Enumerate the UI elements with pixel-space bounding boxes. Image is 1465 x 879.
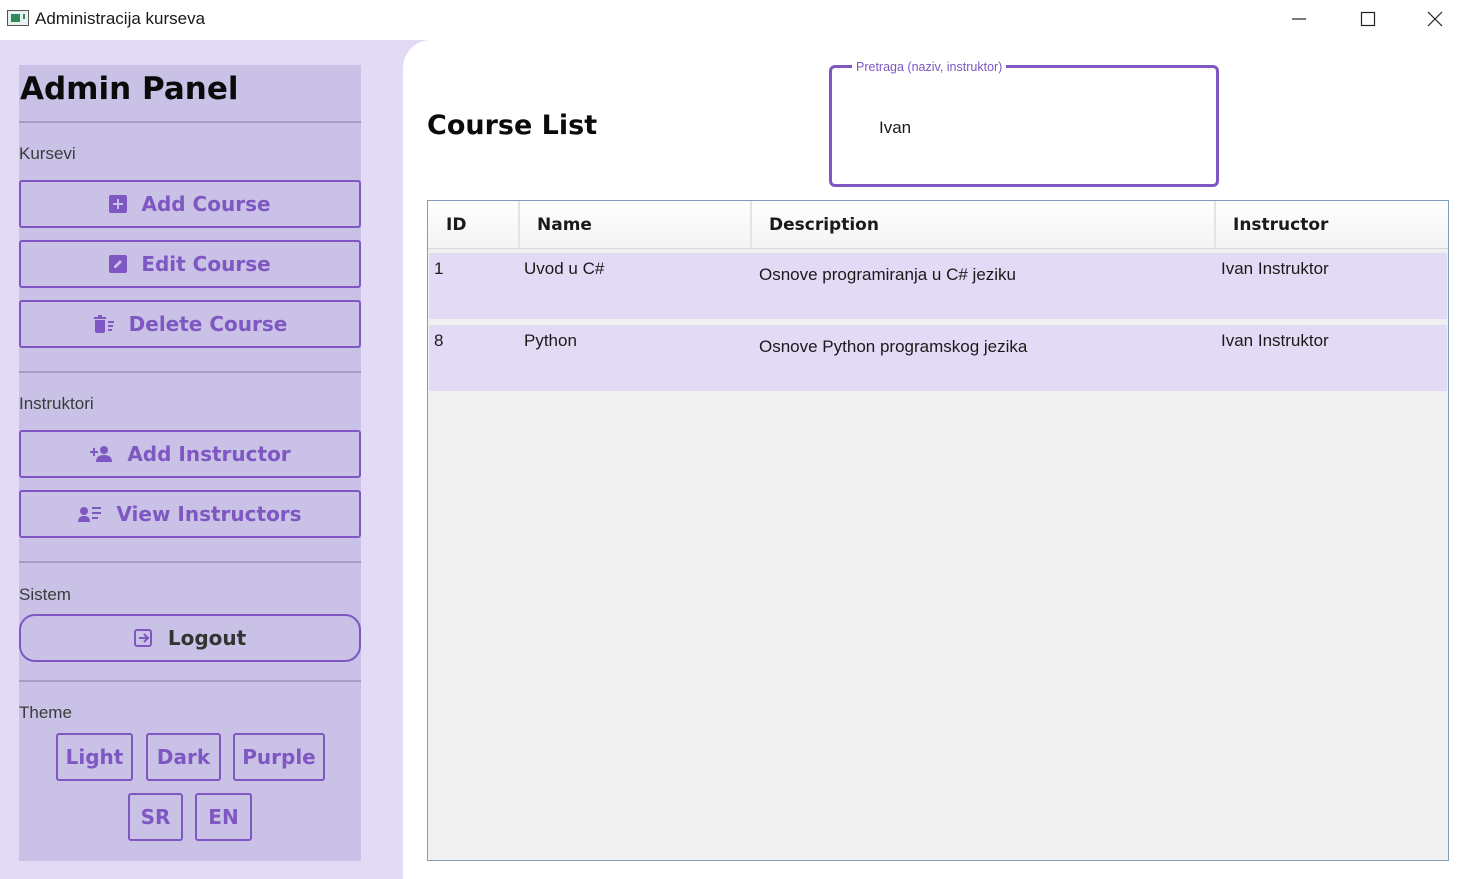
view-instructors-label: View Instructors xyxy=(116,502,302,526)
cell-name: Python xyxy=(524,331,577,350)
cell-description: Osnove Python programskog jezika xyxy=(759,337,1028,356)
add-instructor-button[interactable]: Add Instructor xyxy=(19,430,361,478)
sidebar-brand: Admin Panel xyxy=(20,71,239,107)
theme-purple-button[interactable]: Purple xyxy=(233,733,325,781)
table-row[interactable]: 1 Uvod u C# Osnove programiranja u C# je… xyxy=(429,253,1447,319)
app-icon xyxy=(7,10,29,26)
window-title: Administracija kurseva xyxy=(35,9,206,28)
column-header-name[interactable]: Name xyxy=(537,201,592,249)
logout-icon xyxy=(133,629,152,647)
column-divider[interactable] xyxy=(750,201,752,249)
close-icon xyxy=(1427,11,1443,27)
divider xyxy=(19,680,361,682)
add-course-label: Add Course xyxy=(141,192,271,216)
person-list-icon xyxy=(78,507,102,522)
delete-course-label: Delete Course xyxy=(128,312,288,336)
cell-instructor: Ivan Instruktor xyxy=(1221,259,1329,278)
section-label-theme: Theme xyxy=(19,703,72,722)
edit-icon xyxy=(109,255,128,273)
divider xyxy=(19,371,361,373)
cell-id: 8 xyxy=(434,331,444,350)
cell-id: 1 xyxy=(434,259,444,278)
language-en-button[interactable]: EN xyxy=(195,793,252,841)
cell-description: Osnove programiranja u C# jeziku xyxy=(759,265,1017,284)
logout-button[interactable]: Logout xyxy=(19,614,361,662)
person-add-icon xyxy=(90,446,113,462)
cell-instructor: Ivan Instruktor xyxy=(1221,331,1329,350)
theme-dark-button[interactable]: Dark xyxy=(146,733,221,781)
divider xyxy=(19,561,361,563)
cell-name: Uvod u C# xyxy=(524,259,605,278)
table-row[interactable]: 8 Python Osnove Python programskog jezik… xyxy=(429,325,1447,391)
theme-light-button[interactable]: Light xyxy=(56,733,133,781)
view-instructors-button[interactable]: View Instructors xyxy=(19,490,361,538)
minimize-icon xyxy=(1292,18,1306,20)
add-course-button[interactable]: Add Course xyxy=(19,180,361,228)
edit-course-button[interactable]: Edit Course xyxy=(19,240,361,288)
add-instructor-label: Add Instructor xyxy=(127,442,291,466)
add-box-icon xyxy=(109,195,128,213)
delete-course-button[interactable]: Delete Course xyxy=(19,300,361,348)
column-header-instructor[interactable]: Instructor xyxy=(1233,201,1328,249)
course-table[interactable]: ID Name Description Instructor 1 Uvod u … xyxy=(427,200,1449,861)
section-label-system: Sistem xyxy=(19,585,71,604)
maximize-icon xyxy=(1360,11,1376,27)
search-input-value[interactable]: Ivan xyxy=(879,118,911,138)
search-floating-label: Pretraga (naziv, instruktor) xyxy=(852,60,1007,74)
minimize-button[interactable] xyxy=(1269,0,1329,38)
section-label-instructors: Instruktori xyxy=(19,394,94,413)
delete-sweep-icon xyxy=(93,315,114,333)
title-bar: Administracija kurseva xyxy=(0,0,1465,40)
page-title: Course List xyxy=(427,110,598,141)
column-divider[interactable] xyxy=(1214,201,1216,249)
edit-course-label: Edit Course xyxy=(141,252,271,276)
divider xyxy=(19,121,361,123)
maximize-button[interactable] xyxy=(1338,0,1398,38)
logout-label: Logout xyxy=(167,626,247,650)
column-header-id[interactable]: ID xyxy=(446,201,466,249)
column-divider[interactable] xyxy=(518,201,520,249)
sidebar: Admin Panel Kursevi Add Course Edit Cour… xyxy=(19,65,361,861)
language-sr-button[interactable]: SR xyxy=(128,793,183,841)
table-header: ID Name Description Instructor xyxy=(428,201,1448,249)
close-button[interactable] xyxy=(1405,0,1465,38)
column-header-description[interactable]: Description xyxy=(769,201,879,249)
section-label-courses: Kursevi xyxy=(19,144,76,163)
